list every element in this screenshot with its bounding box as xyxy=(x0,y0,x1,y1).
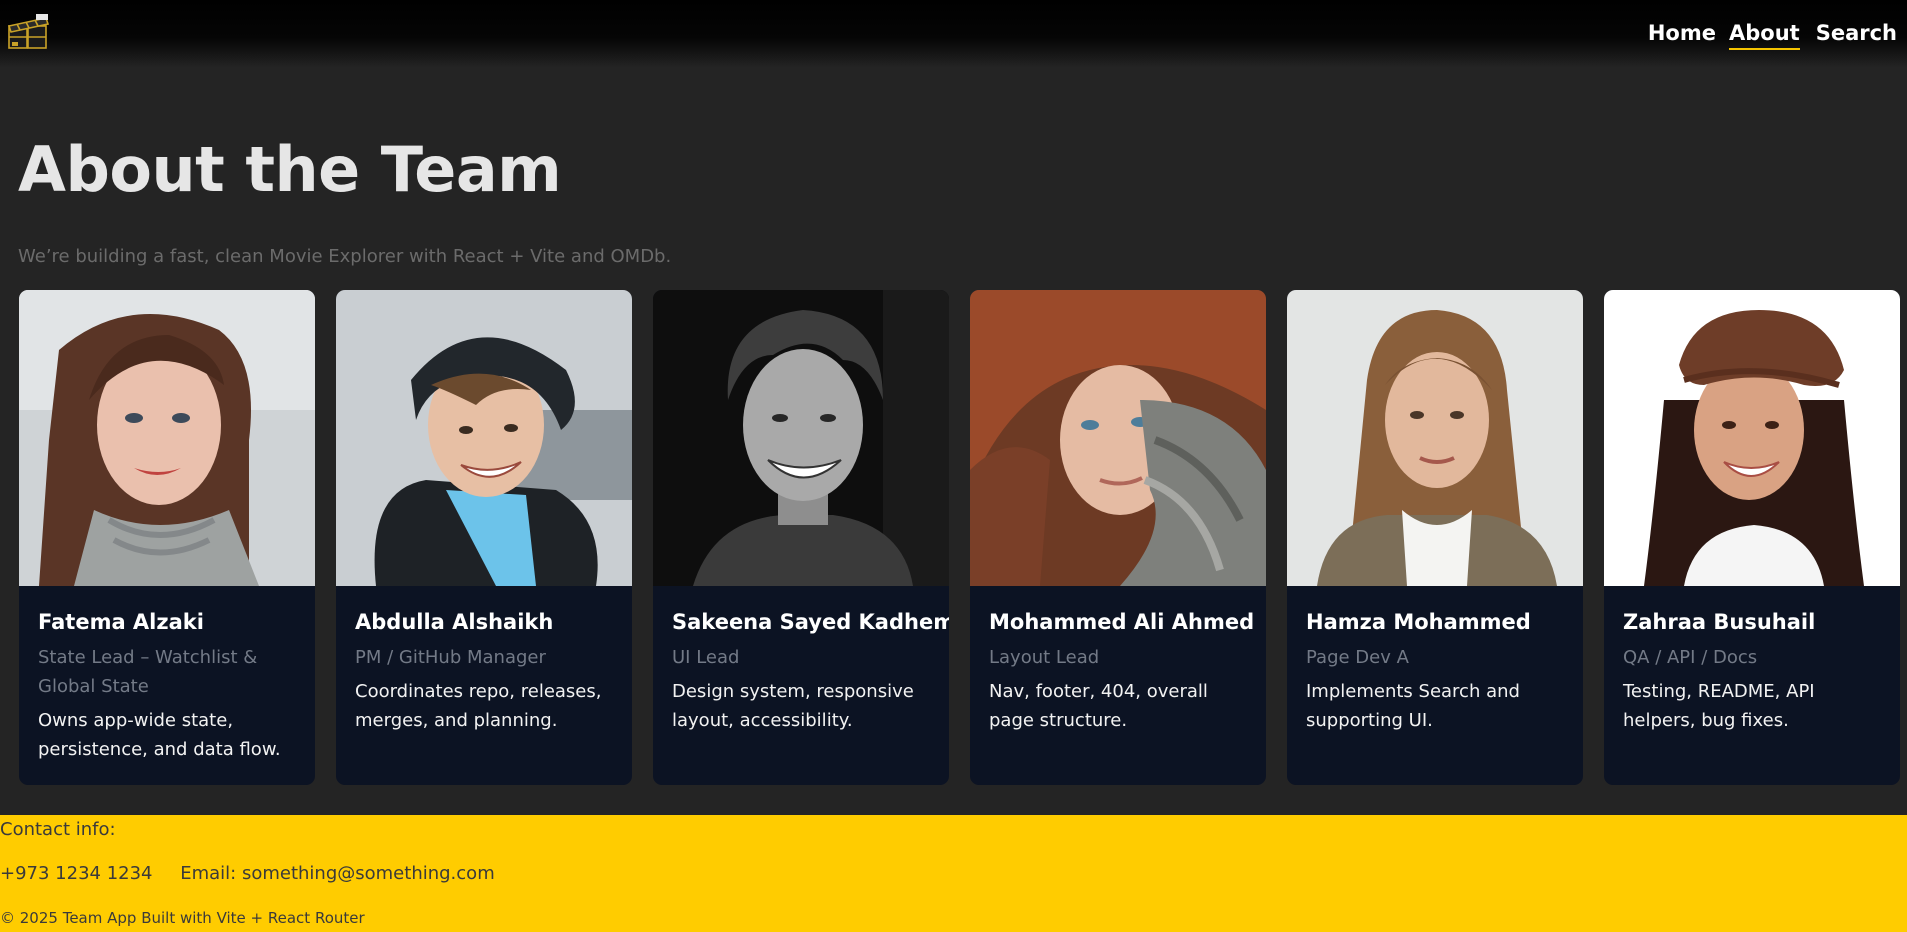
contact-phone[interactable]: +973 1234 1234 xyxy=(0,863,153,884)
nav-link-search[interactable]: Search xyxy=(1806,20,1907,50)
team-card: Mohammed Ali Ahmed Layout Lead Nav, foot… xyxy=(970,290,1266,785)
team-card: Sakeena Sayed Kadhem UI Lead Design syst… xyxy=(653,290,949,785)
member-role: Layout Lead xyxy=(989,647,1100,668)
member-description: Design system, responsive layout, access… xyxy=(672,681,914,731)
page-title: About the Team xyxy=(18,133,562,206)
top-navbar: Home About Search xyxy=(0,0,1907,68)
member-description: Testing, README, API helpers, bug fixes. xyxy=(1623,681,1815,731)
member-name: Sakeena Sayed Kadhem xyxy=(672,610,949,634)
team-card: Hamza Mohammed Page Dev A Implements Sea… xyxy=(1287,290,1583,785)
member-photo xyxy=(1604,290,1900,586)
member-photo xyxy=(336,290,632,586)
member-photo xyxy=(19,290,315,586)
member-name: Fatema Alzaki xyxy=(38,610,204,634)
member-photo xyxy=(1287,290,1583,586)
member-name: Mohammed Ali Ahmed xyxy=(989,610,1255,634)
site-footer: Contact info: +973 1234 1234 Email: some… xyxy=(0,815,1907,932)
nav-link-about[interactable]: About xyxy=(1729,20,1800,50)
member-description: Owns app-wide state, persistence, and da… xyxy=(38,710,281,760)
member-description: Coordinates repo, releases, merges, and … xyxy=(355,681,602,731)
member-name: Zahraa Busuhail xyxy=(1623,610,1816,634)
member-photo xyxy=(970,290,1266,586)
team-card: Zahraa Busuhail QA / API / Docs Testing,… xyxy=(1604,290,1900,785)
member-role: Page Dev A xyxy=(1306,647,1409,668)
copyright-text: © 2025 Team App Built with Vite + React … xyxy=(0,909,365,927)
contact-details: +973 1234 1234 Email: something@somethin… xyxy=(0,863,495,884)
team-card: Abdulla Alshaikh PM / GitHub Manager Coo… xyxy=(336,290,632,785)
film-clapperboard-icon[interactable] xyxy=(6,12,54,54)
member-description: Implements Search and supporting UI. xyxy=(1306,681,1520,731)
contact-email[interactable]: Email: something@something.com xyxy=(180,863,495,884)
team-card-list: Fatema Alzaki State Lead – Watchlist & G… xyxy=(19,290,1900,785)
contact-label: Contact info: xyxy=(0,819,116,840)
page-subtitle: We’re building a fast, clean Movie Explo… xyxy=(18,246,672,267)
nav-link-home[interactable]: Home xyxy=(1638,20,1726,50)
member-role: UI Lead xyxy=(672,647,740,668)
member-description: Nav, footer, 404, overall page structure… xyxy=(989,681,1208,731)
team-card: Fatema Alzaki State Lead – Watchlist & G… xyxy=(19,290,315,785)
member-name: Abdulla Alshaikh xyxy=(355,610,554,634)
member-name: Hamza Mohammed xyxy=(1306,610,1531,634)
member-photo xyxy=(653,290,949,586)
member-role: QA / API / Docs xyxy=(1623,647,1758,668)
member-role: State Lead – Watchlist & Global State xyxy=(38,647,258,697)
member-role: PM / GitHub Manager xyxy=(355,647,546,668)
main-nav: Home About Search xyxy=(1635,20,1907,50)
